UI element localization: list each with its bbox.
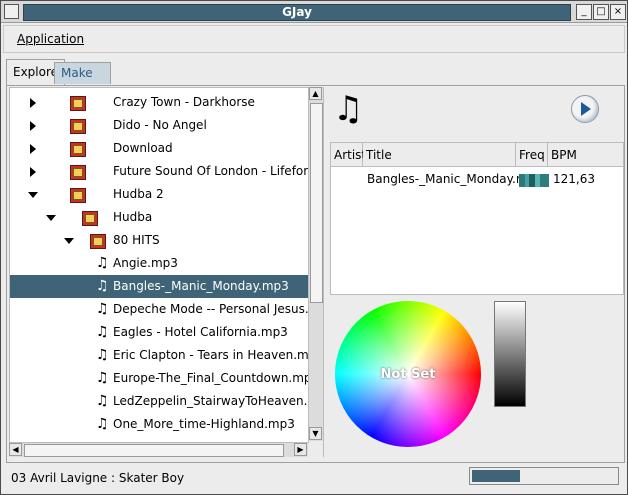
music-note-icon: ♫ — [96, 324, 109, 340]
tree-row-label: LedZeppelin_StairwayToHeaven.mp3 — [113, 394, 308, 408]
tree-row-label: Bangles-_Manic_Monday.mp3 — [113, 279, 289, 293]
scroll-thumb-horizontal[interactable] — [24, 444, 284, 457]
music-note-icon: ♫ — [96, 370, 109, 386]
column-header-freq[interactable]: Freq — [516, 143, 548, 167]
menu-bar: Application — [3, 25, 625, 53]
brightness-slider[interactable] — [494, 301, 526, 407]
tab-make-playlist[interactable]: Make Playlist — [54, 62, 111, 101]
folder-icon — [70, 142, 86, 157]
tree-vertical-scrollbar[interactable]: ▲ ▼ — [308, 87, 323, 441]
expand-arrow-icon[interactable] — [30, 144, 36, 154]
tree-row-label: Crazy Town - Darkhorse — [113, 95, 255, 109]
folder-icon — [82, 211, 98, 226]
file-tree[interactable]: Crazy Town - Darkhorse Dido - No Angel D… — [9, 87, 309, 443]
right-toolbar: ♫ — [331, 89, 623, 139]
music-note-icon: ♫ — [96, 416, 109, 432]
tree-row[interactable]: Dido - No Angel — [10, 114, 308, 137]
music-note-icon: ♫ — [96, 255, 109, 271]
tree-row-label: Hudba 2 — [113, 187, 164, 201]
tree-row-label: One_More_time-Highland.mp3 — [113, 417, 295, 431]
expand-arrow-icon[interactable] — [30, 121, 36, 131]
tree-row-label: Future Sound Of London - Lifeforms — [113, 164, 309, 178]
music-note-icon: ♫ — [96, 301, 109, 317]
tree-row-label: Europe-The_Final_Countdown.mp3 — [113, 371, 309, 385]
now-playing-text: 03 Avril Lavigne : Skater Boy — [11, 471, 185, 485]
status-bar: 03 Avril Lavigne : Skater Boy — [3, 463, 623, 491]
expand-arrow-icon[interactable] — [30, 98, 36, 108]
tree-horizontal-scrollbar[interactable]: ◀ ▶ — [9, 442, 308, 457]
window-title: GJay — [23, 4, 571, 21]
tree-row-label: Eagles - Hotel California.mp3 — [113, 325, 288, 339]
color-wheel-label: Not Set — [380, 367, 436, 382]
tree-row[interactable]: Future Sound Of London - Lifeforms — [10, 160, 308, 183]
pane-splitter[interactable] — [323, 87, 328, 457]
tree-row[interactable]: ♫ One_More_time-Highland.mp3 — [10, 413, 308, 436]
scroll-up-icon[interactable]: ▲ — [309, 87, 322, 100]
app-window: GJay _ □ × Application Explore Make Play… — [0, 0, 628, 495]
maximize-button[interactable]: □ — [593, 4, 609, 20]
tree-row[interactable]: ♫ Eagles - Hotel California.mp3 — [10, 321, 308, 344]
song-bpm: 121,63 — [553, 172, 595, 186]
tree-row-label: Eric Clapton - Tears in Heaven.mp3 — [113, 348, 309, 362]
folder-icon — [70, 165, 86, 180]
folder-icon — [70, 119, 86, 134]
tree-row[interactable]: 80 HITS — [10, 229, 308, 252]
tree-row-label: 80 HITS — [113, 233, 160, 247]
music-notes-icon: ♫ — [333, 89, 364, 129]
frequency-swatch — [519, 174, 549, 187]
column-header-title[interactable]: Title — [363, 143, 516, 167]
tree-row-label: Angie.mp3 — [113, 256, 178, 270]
tree-row[interactable]: ♫ Angie.mp3 — [10, 252, 308, 275]
tree-row[interactable]: Hudba 2 — [10, 183, 308, 206]
tree-row-label: Download — [113, 141, 173, 155]
column-header-artist[interactable]: Artist — [331, 143, 366, 167]
tree-row-label: Hudba — [113, 210, 153, 224]
menu-application[interactable]: Application — [17, 32, 84, 46]
tree-row-label: Depeche Mode -- Personal Jesus.mp3 — [113, 302, 309, 316]
folder-icon — [70, 188, 86, 203]
folder-icon — [70, 96, 86, 111]
tree-row-selected[interactable]: ♫ Bangles-_Manic_Monday.mp3 — [10, 275, 308, 298]
progress-bar — [469, 467, 619, 485]
tree-row[interactable]: ♫ Eric Clapton - Tears in Heaven.mp3 — [10, 344, 308, 367]
scroll-down-icon[interactable]: ▼ — [309, 427, 322, 440]
tree-row[interactable]: ♫ LedZeppelin_StairwayToHeaven.mp3 — [10, 390, 308, 413]
song-title: Bangles-_Manic_Monday.mp3 — [367, 172, 543, 186]
minimize-button[interactable]: _ — [576, 4, 592, 20]
collapse-arrow-icon[interactable] — [28, 192, 38, 198]
scroll-thumb[interactable] — [310, 103, 323, 303]
tree-row[interactable]: Crazy Town - Darkhorse — [10, 91, 308, 114]
collapse-arrow-icon[interactable] — [46, 215, 56, 221]
window-menu-icon[interactable] — [4, 4, 19, 19]
expand-arrow-icon[interactable] — [30, 167, 36, 177]
tree-row-label: Dido - No Angel — [113, 118, 207, 132]
column-header-bpm[interactable]: BPM — [548, 143, 623, 167]
tree-row[interactable]: ♫ Depeche Mode -- Personal Jesus.mp3 — [10, 298, 308, 321]
tree-row[interactable]: Hudba — [10, 206, 308, 229]
scroll-right-icon[interactable]: ▶ — [294, 443, 307, 456]
play-button[interactable] — [571, 95, 599, 123]
title-bar: GJay _ □ × — [1, 1, 627, 23]
close-button[interactable]: × — [610, 4, 626, 20]
folder-icon — [90, 234, 106, 249]
tree-row[interactable]: Download — [10, 137, 308, 160]
song-table: Artist Title Freq BPM Bangles-_Manic_Mon… — [330, 142, 624, 295]
scroll-left-icon[interactable]: ◀ — [9, 443, 22, 456]
progress-fill — [472, 470, 520, 482]
tree-row[interactable]: ♫ Europe-The_Final_Countdown.mp3 — [10, 367, 308, 390]
collapse-arrow-icon[interactable] — [64, 238, 74, 244]
music-note-icon: ♫ — [96, 347, 109, 363]
music-note-icon: ♫ — [96, 393, 109, 409]
music-note-icon: ♫ — [96, 278, 109, 294]
